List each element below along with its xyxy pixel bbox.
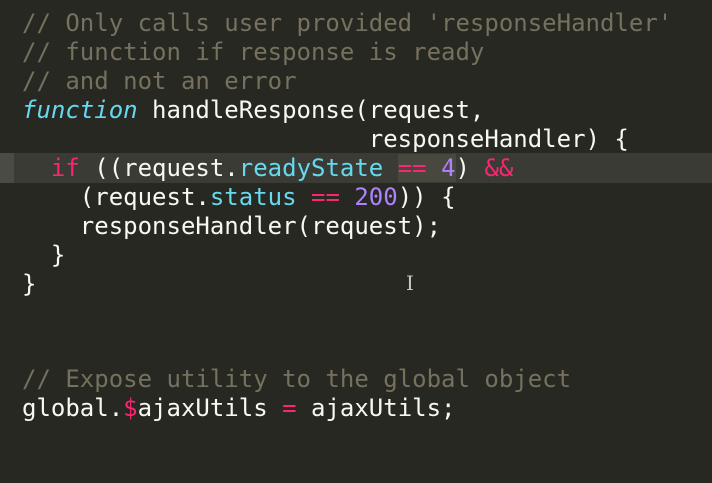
code-line-4[interactable]: function handleResponse(request, xyxy=(0,95,712,125)
code-text: ajaxUtils xyxy=(137,394,283,422)
selection-highlight: == 4 xyxy=(397,154,456,182)
number-literal: 200 xyxy=(354,183,398,211)
operator-assign: = xyxy=(282,394,297,422)
property-readyState: readyState xyxy=(238,154,384,182)
code-text: ajaxUtils; xyxy=(296,394,456,422)
code-text: (request. xyxy=(22,183,210,211)
code-line-6-active[interactable]: if ((request.readyState == 4) && xyxy=(0,153,712,183)
code-line-7[interactable]: (request.status == 200)) { xyxy=(0,182,712,212)
code-line-9[interactable]: } xyxy=(0,240,712,270)
keyword-function: function xyxy=(22,96,138,124)
operator-equals: == xyxy=(311,183,340,211)
active-line-marker xyxy=(0,153,14,183)
code-text: global. xyxy=(22,394,124,422)
number-literal: 4 xyxy=(441,154,456,182)
code-line-11[interactable] xyxy=(0,298,712,328)
code-line-1[interactable]: // Only calls user provided 'responseHan… xyxy=(0,8,712,38)
dollar-sign: $ xyxy=(123,394,138,422)
operator-equals: == xyxy=(397,154,427,182)
code-text: responseHandler) { xyxy=(22,125,629,153)
keyword-if: if xyxy=(50,154,80,182)
operator-and: && xyxy=(484,154,514,182)
comment-text: // Only calls user provided 'responseHan… xyxy=(22,9,673,37)
code-line-2[interactable]: // function if response is ready xyxy=(0,37,712,67)
code-line-14[interactable]: global.$ajaxUtils = ajaxUtils; xyxy=(0,393,712,423)
comment-text: // function if response is ready xyxy=(22,38,485,66)
code-text: responseHandler(request); xyxy=(22,212,442,240)
code-line-5[interactable]: responseHandler) { xyxy=(0,124,712,154)
code-editor[interactable]: // Only calls user provided 'responseHan… xyxy=(0,0,712,432)
code-line-8[interactable]: responseHandler(request); xyxy=(0,211,712,241)
code-text: )) { xyxy=(397,183,456,211)
code-line-10[interactable]: } xyxy=(0,269,712,299)
comment-text: // Expose utility to the global object xyxy=(22,365,572,393)
property-status: status xyxy=(209,183,297,211)
comment-text: // and not an error xyxy=(22,67,297,95)
code-text: ((request. xyxy=(79,154,239,182)
code-text: } xyxy=(22,270,37,298)
text-cursor-icon: I xyxy=(406,271,414,295)
code-line-13[interactable]: // Expose utility to the global object xyxy=(0,364,712,394)
code-text: handleResponse(request, xyxy=(137,96,485,124)
code-line-3[interactable]: // and not an error xyxy=(0,66,712,96)
code-text: } xyxy=(22,241,66,269)
code-line-12[interactable] xyxy=(0,327,712,357)
code-text: ) xyxy=(455,154,485,182)
